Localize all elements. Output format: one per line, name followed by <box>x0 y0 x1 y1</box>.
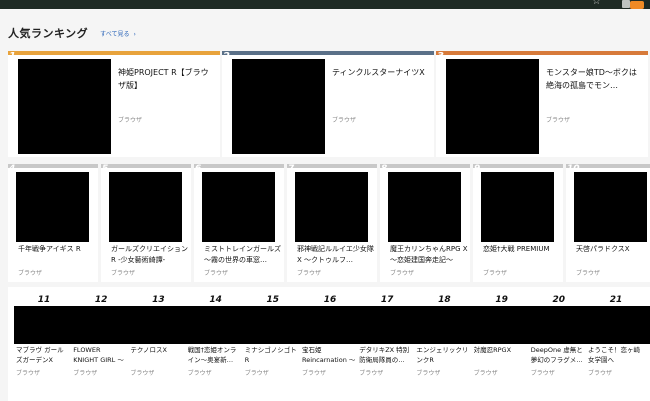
game-title[interactable]: ようこそ！恋ヶ崎女学園へ <box>588 345 642 365</box>
game-platform: ブラウザ <box>73 370 98 377</box>
rank-number: 19 <box>495 295 508 305</box>
game-thumbnail[interactable] <box>388 172 461 242</box>
see-all-link[interactable]: すべて見る › <box>100 29 136 38</box>
game-platform: ブラウザ <box>118 117 143 124</box>
game-platform: ブラウザ <box>204 270 229 277</box>
game-title[interactable]: FLOWER KNIGHT GIRL ～X指定～ <box>73 345 127 365</box>
game-platform: ブラウザ <box>576 270 601 277</box>
game-title[interactable]: DeepOne 虚無と夢幻のフラグメ… <box>531 345 585 365</box>
rank-number: 11 <box>37 295 51 305</box>
rank-number: 4 <box>9 164 16 174</box>
rank-number: 12 <box>94 295 108 305</box>
rank-number: 13 <box>152 295 165 305</box>
game-platform: ブラウザ <box>130 370 155 377</box>
game-title[interactable]: 千年戦争アイギス R <box>18 244 96 266</box>
see-all-label: すべて見る <box>100 30 130 38</box>
chevron-right-icon: › <box>133 30 136 38</box>
game-title[interactable]: ガールズクリエイションR -少女藝術綺譚- <box>111 244 189 266</box>
game-title[interactable]: 宝石姫 Reincarnation ～X指定～ <box>302 345 356 365</box>
extension-badge-icon[interactable] <box>630 1 644 9</box>
rank-number: 18 <box>438 295 451 305</box>
game-thumbnail[interactable] <box>232 59 325 154</box>
ranking-card[interactable]: 8 魔王カリンちゃんRPG X ～恋姫建国奔走記～ ブラウザ <box>380 164 470 282</box>
game-title[interactable]: マブラヴ ガールズガーデンX <box>16 345 70 365</box>
game-title[interactable]: エンジェリックリンクR <box>416 345 470 365</box>
browser-toolbar: ☆ <box>0 0 650 9</box>
game-platform: ブラウザ <box>297 270 322 277</box>
game-thumbnail[interactable] <box>109 172 182 242</box>
rank-number: 16 <box>323 295 337 305</box>
ranking-title: 人気ランキング <box>8 27 89 40</box>
game-platform: ブラウザ <box>187 370 212 377</box>
game-title[interactable]: 恋姫†大戦 PREMIUM <box>483 244 561 266</box>
game-title[interactable]: 魔王カリンちゃんRPG X ～恋姫建国奔走記～ <box>390 244 468 266</box>
rank-number: 5 <box>102 164 109 174</box>
rank-number: 3 <box>437 51 444 62</box>
game-platform: ブラウザ <box>244 370 269 377</box>
game-title[interactable]: 対魔忍RPGX <box>474 345 528 365</box>
ranking-card[interactable]: 10 天啓パラドクスX ブラウザ <box>566 164 650 282</box>
thumbnail-strip[interactable] <box>14 306 650 344</box>
game-thumbnail[interactable] <box>481 172 554 242</box>
game-platform: ブラウザ <box>390 270 415 277</box>
ranking-card[interactable]: 5 ガールズクリエイションR -少女藝術綺譚- ブラウザ <box>101 164 191 282</box>
ranking-card[interactable]: 2 ティンクルスターナイツX ブラウザ <box>222 51 434 157</box>
rank-number: 8 <box>381 164 388 174</box>
rank-number: 9 <box>474 164 481 174</box>
ranking-card[interactable]: 7 邪神戦記ルルイエ少女隊 X 〜クトゥルフ… ブラウザ <box>287 164 377 282</box>
game-platform: ブラウザ <box>588 370 613 377</box>
game-platform: ブラウザ <box>332 117 357 124</box>
rank-number: 21 <box>609 295 623 305</box>
game-title[interactable]: ティンクルスターナイツX <box>332 66 430 94</box>
rank-number: 15 <box>266 295 280 305</box>
ranking-card[interactable]: 4 千年戦争アイギス R ブラウザ <box>8 164 98 282</box>
game-platform: ブラウザ <box>302 370 327 377</box>
rank-number: 7 <box>288 164 295 174</box>
game-title[interactable]: 天啓パラドクスX <box>576 244 650 266</box>
extension-icon[interactable] <box>622 0 630 8</box>
game-platform: ブラウザ <box>473 370 498 377</box>
game-platform: ブラウザ <box>359 370 384 377</box>
game-platform: ブラウザ <box>530 370 555 377</box>
rank-number: 2 <box>223 51 230 62</box>
game-platform: ブラウザ <box>16 370 41 377</box>
rank-number: 14 <box>209 295 222 305</box>
game-thumbnail[interactable] <box>295 172 368 242</box>
rank-number: 6 <box>195 164 202 174</box>
game-platform: ブラウザ <box>546 117 571 124</box>
game-title[interactable]: モンスター娘TD～ボクは絶海の孤島でモン… <box>546 66 644 94</box>
game-title[interactable]: テクノロスX <box>130 345 184 365</box>
ranking-card[interactable]: 9 恋姫†大戦 PREMIUM ブラウザ <box>473 164 563 282</box>
game-thumbnail[interactable] <box>16 172 89 242</box>
bookmark-star-icon[interactable]: ☆ <box>592 0 601 8</box>
game-title[interactable]: 邪神戦記ルルイエ少女隊 X 〜クトゥルフ… <box>297 244 375 266</box>
game-platform: ブラウザ <box>18 270 43 277</box>
game-thumbnail[interactable] <box>202 172 275 242</box>
ranking-row-3: 11 マブラヴ ガールズガーデンX ブラウザ 12 FLOWER KNIGHT GIRL… <box>8 287 650 401</box>
ranking-header: 人気ランキング すべて見る › <box>8 25 136 41</box>
ranking-card[interactable]: 3 モンスター娘TD～ボクは絶海の孤島でモン… ブラウザ <box>436 51 648 157</box>
rank-number: 17 <box>380 295 394 305</box>
game-title[interactable]: ミストトレインガールズ～霧の世界の車窓… <box>204 244 282 266</box>
ranking-card[interactable]: 1 神姫PROJECT R【ブラウザ版】ブラウザ <box>8 51 220 157</box>
game-title[interactable]: 戦国†恋姫オンライン～奥宴新… <box>188 345 242 365</box>
game-platform: ブラウザ <box>111 270 136 277</box>
game-platform: ブラウザ <box>416 370 441 377</box>
game-thumbnail[interactable] <box>18 59 111 154</box>
rank-number: 20 <box>552 295 566 305</box>
game-title[interactable]: ミナシゴノシゴトR <box>245 345 299 365</box>
game-platform: ブラウザ <box>483 270 508 277</box>
game-title[interactable]: 神姫PROJECT R【ブラウザ版】 <box>118 66 216 94</box>
game-thumbnail[interactable] <box>574 172 647 242</box>
game-thumbnail[interactable] <box>446 59 539 154</box>
rank-number: 1 <box>9 51 16 62</box>
ranking-card[interactable]: 6 ミストトレインガールズ～霧の世界の車窓… ブラウザ <box>194 164 284 282</box>
game-title[interactable]: デタリキZX 特別防衛局隊員の… <box>359 345 413 365</box>
